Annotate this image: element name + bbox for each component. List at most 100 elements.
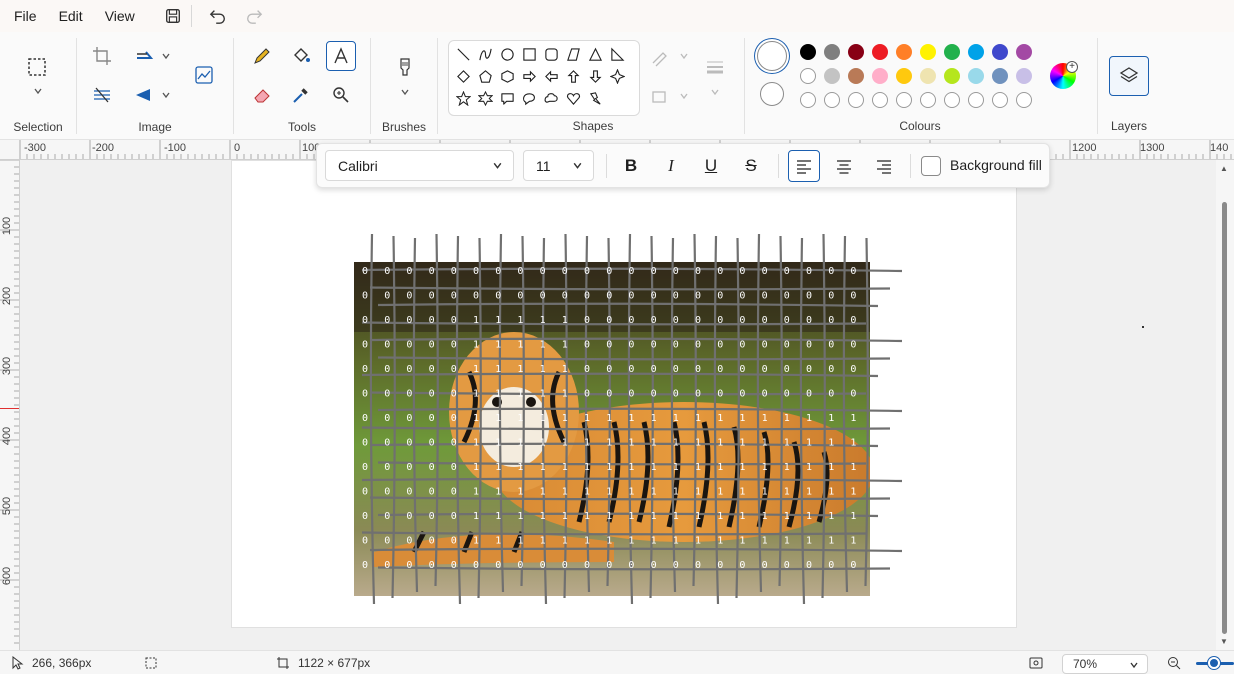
colour-swatch[interactable] (872, 68, 888, 84)
colour-swatch[interactable] (848, 92, 864, 108)
colour-swatch[interactable] (1016, 92, 1032, 108)
strikethrough-button[interactable]: S (735, 150, 767, 182)
align-center-button[interactable] (828, 150, 860, 182)
shape-fill-chevron-icon[interactable] (679, 91, 689, 103)
six-point-star-shape-icon[interactable] (476, 89, 494, 107)
colour-swatch[interactable] (944, 44, 960, 60)
colour-swatch[interactable] (944, 92, 960, 108)
layers-button[interactable] (1109, 56, 1149, 96)
triangle-shape-icon[interactable] (586, 45, 604, 63)
text-tool-icon[interactable] (326, 41, 356, 71)
font-family-dropdown[interactable]: Calibri (325, 150, 514, 181)
brush-icon[interactable] (390, 52, 420, 82)
colour-swatch[interactable] (944, 68, 960, 84)
rectangle-shape-icon[interactable] (520, 45, 538, 63)
colour-swatch[interactable] (824, 92, 840, 108)
heart-shape-icon[interactable] (564, 89, 582, 107)
colour-swatch[interactable] (800, 68, 816, 84)
eraser-icon[interactable] (247, 80, 277, 110)
colour-swatch[interactable] (800, 44, 816, 60)
oval-shape-icon[interactable] (498, 45, 516, 63)
selection-chevron-icon[interactable] (33, 86, 43, 98)
menu-view[interactable]: View (97, 4, 143, 28)
fill-icon[interactable] (286, 41, 316, 71)
pentagon-shape-icon[interactable] (476, 67, 494, 85)
colour-swatch[interactable] (992, 92, 1008, 108)
redo-icon[interactable] (240, 3, 268, 29)
four-point-star-shape-icon[interactable] (608, 67, 626, 85)
right-arrow-shape-icon[interactable] (520, 67, 538, 85)
align-right-button[interactable] (868, 150, 900, 182)
rounded-rectangle-shape-icon[interactable] (542, 45, 560, 63)
colour-swatch[interactable] (872, 92, 888, 108)
outline-chevron-icon[interactable] (679, 51, 689, 63)
colour-swatch[interactable] (920, 92, 936, 108)
left-arrow-shape-icon[interactable] (542, 67, 560, 85)
colour-swatch[interactable] (872, 44, 888, 60)
colour-swatch[interactable] (992, 44, 1008, 60)
up-arrow-shape-icon[interactable] (564, 67, 582, 85)
bold-button[interactable]: B (615, 150, 647, 182)
crop-icon[interactable] (87, 41, 117, 71)
five-point-star-shape-icon[interactable] (454, 89, 472, 107)
workspace[interactable]: 0 0 0 0 0 0 0 0 0 0 0 0 0 0 0 0 0 0 0 0 0 0 0 0 0 0 0 0 0 0 0 0 0 0 0 0 0 0 0 0… (20, 160, 1216, 650)
colour-swatch[interactable] (968, 92, 984, 108)
pencil-icon[interactable] (247, 41, 277, 71)
rect-callout-shape-icon[interactable] (498, 89, 516, 107)
rotate-chevron-icon[interactable] (161, 51, 171, 63)
flip-chevron-icon[interactable] (161, 90, 171, 102)
colour-swatch[interactable] (896, 92, 912, 108)
polygon-shape-icon[interactable] (564, 45, 582, 63)
diamond-shape-icon[interactable] (454, 67, 472, 85)
stroke-size-icon[interactable] (700, 52, 730, 82)
brushes-chevron-icon[interactable] (400, 87, 410, 99)
line-shape-icon[interactable] (454, 45, 472, 63)
curve-shape-icon[interactable] (476, 45, 494, 63)
shape-fill-icon[interactable] (648, 82, 672, 112)
italic-button[interactable]: I (655, 150, 687, 182)
colour-swatch[interactable] (992, 68, 1008, 84)
align-left-button[interactable] (788, 150, 820, 182)
resize-icon[interactable] (87, 80, 117, 110)
colour-swatch[interactable] (824, 44, 840, 60)
colour-1-selector[interactable] (757, 41, 787, 71)
colour-swatch[interactable] (920, 44, 936, 60)
colour-swatch[interactable] (1016, 44, 1032, 60)
right-triangle-shape-icon[interactable] (608, 45, 626, 63)
scroll-up-icon[interactable]: ▲ (1220, 164, 1228, 173)
flip-icon[interactable] (129, 80, 159, 110)
color-picker-icon[interactable] (286, 80, 316, 110)
fit-to-window-icon[interactable] (1029, 656, 1043, 670)
colour-2-selector[interactable] (760, 82, 784, 106)
colour-swatch[interactable] (896, 44, 912, 60)
font-size-dropdown[interactable]: 11 (523, 150, 594, 181)
background-fill-checkbox[interactable] (921, 156, 941, 176)
rectangle-select-icon[interactable] (22, 52, 52, 82)
menu-edit[interactable]: Edit (51, 4, 91, 28)
underline-button[interactable]: U (695, 150, 727, 182)
lightning-shape-icon[interactable] (586, 89, 604, 107)
outline-icon[interactable] (648, 42, 672, 72)
zoom-out-icon[interactable] (1167, 656, 1181, 670)
colour-swatch[interactable] (1016, 68, 1032, 84)
stroke-size-chevron-icon[interactable] (710, 87, 720, 99)
image-properties-icon[interactable] (189, 60, 219, 90)
colour-swatch[interactable] (968, 44, 984, 60)
undo-icon[interactable] (204, 3, 232, 29)
zoom-slider-knob[interactable] (1208, 657, 1220, 669)
vertical-scrollbar[interactable]: ▲ ▼ (1216, 160, 1234, 650)
colour-swatch[interactable] (896, 68, 912, 84)
down-arrow-shape-icon[interactable] (586, 67, 604, 85)
zoom-dropdown[interactable]: 70% (1062, 654, 1148, 674)
colour-swatch[interactable] (824, 68, 840, 84)
menu-file[interactable]: File (6, 4, 45, 28)
magnifier-icon[interactable] (326, 80, 356, 110)
save-icon[interactable] (159, 3, 187, 29)
hexagon-shape-icon[interactable] (498, 67, 516, 85)
colour-swatch[interactable] (968, 68, 984, 84)
colour-swatch[interactable] (920, 68, 936, 84)
scroll-down-icon[interactable]: ▼ (1220, 637, 1228, 646)
cloud-callout-shape-icon[interactable] (542, 89, 560, 107)
colour-swatch[interactable] (800, 92, 816, 108)
oval-callout-shape-icon[interactable] (520, 89, 538, 107)
